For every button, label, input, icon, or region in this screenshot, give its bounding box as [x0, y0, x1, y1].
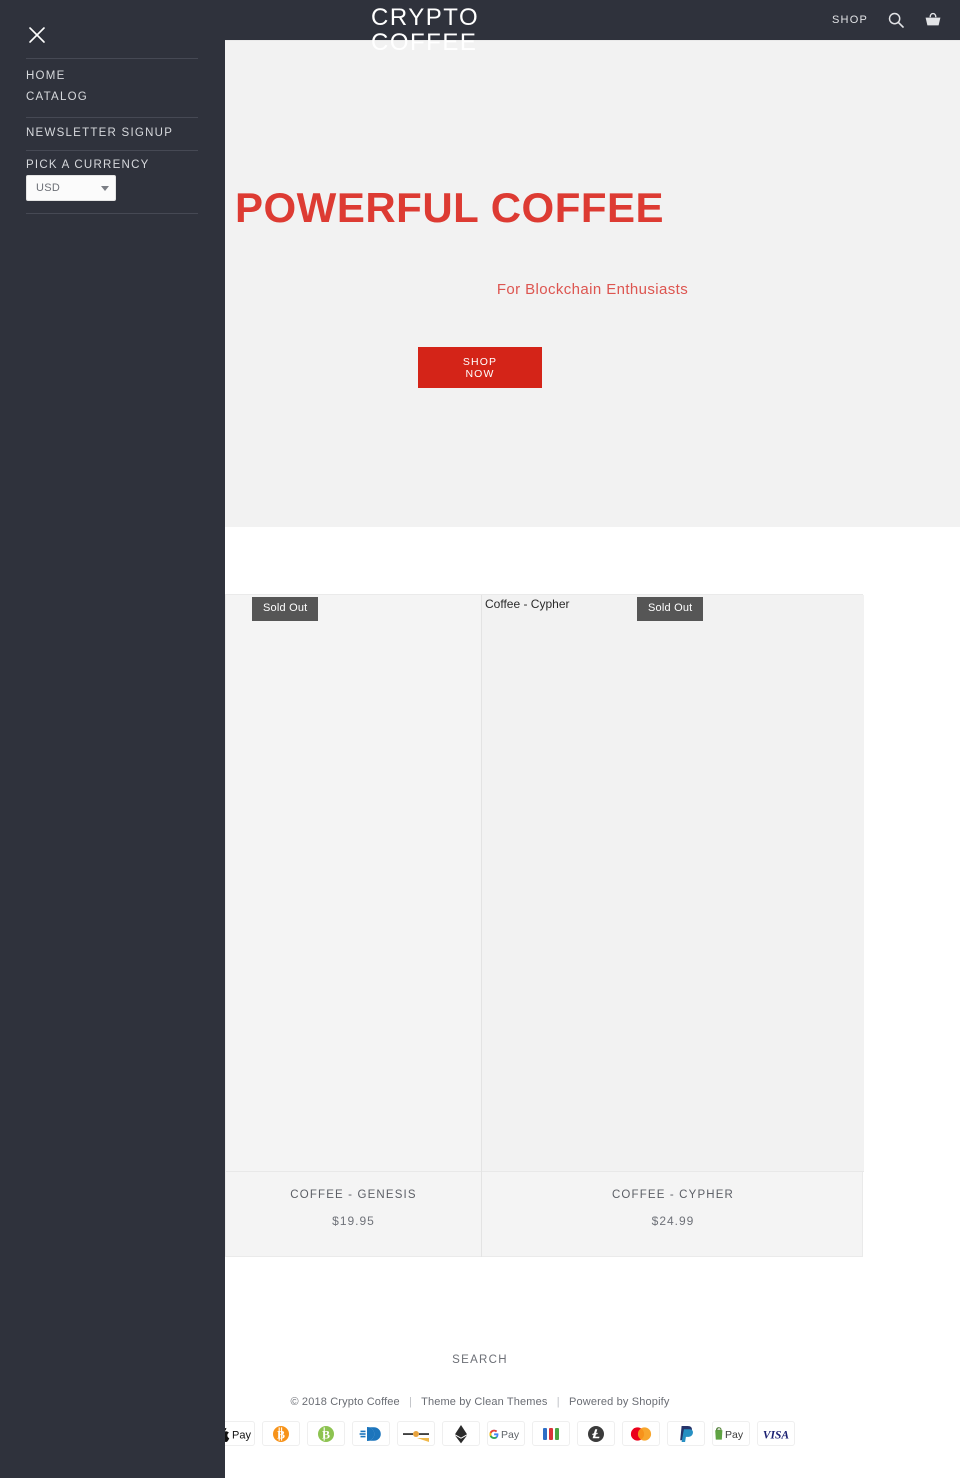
header-actions: SHOP	[832, 0, 942, 40]
svg-text:Pay: Pay	[725, 1429, 744, 1441]
currency-select[interactable]: USD	[26, 175, 116, 201]
currency-picker-label: PICK A CURRENCY	[26, 159, 150, 171]
site-footer: SEARCH © 2018 Crypto Coffee | Theme by C…	[217, 1257, 960, 1478]
product-title[interactable]: COFFEE - GENESIS	[226, 1189, 481, 1201]
visa-icon: VISA	[757, 1421, 795, 1446]
site-logo[interactable]: CRYPTO COFFEE	[371, 5, 591, 55]
product-card[interactable]: Coffee - Cypher Sold Out COFFEE - CYPHER…	[481, 595, 864, 1258]
bitcoin-icon: B	[262, 1421, 300, 1446]
theme-credit-link[interactable]: Theme by Clean Themes	[421, 1396, 547, 1408]
shopping-basket-icon[interactable]	[924, 12, 942, 28]
sidebar-item-catalog[interactable]: CATALOG	[26, 91, 88, 103]
product-price: $24.99	[651, 1214, 695, 1228]
product-image[interactable]: Coffee - Cypher Sold Out	[482, 595, 864, 1172]
product-card[interactable]: Sold Out COFFEE - GENESIS $19.95	[226, 595, 481, 1258]
credit-separator: |	[409, 1396, 413, 1408]
svg-text:Pay: Pay	[501, 1429, 520, 1441]
hero-subtitle: For Blockchain Enthusiasts	[496, 281, 689, 298]
sidebar-item-home[interactable]: HOME	[26, 70, 66, 82]
ethereum-icon	[442, 1421, 480, 1446]
google-pay-icon: Pay	[487, 1421, 525, 1446]
svg-text:Pay: Pay	[232, 1429, 251, 1441]
mastercard-icon	[622, 1421, 660, 1446]
product-image[interactable]: Sold Out	[226, 595, 481, 1172]
sidebar-divider	[26, 58, 198, 59]
footer-credits: © 2018 Crypto Coffee | Theme by Clean Th…	[225, 1396, 735, 1408]
dash-icon	[352, 1421, 390, 1446]
bitcoin-cash-icon: B	[307, 1421, 345, 1446]
product-image-alt: Coffee - Cypher	[485, 597, 570, 611]
shop-pay-icon: Pay	[712, 1421, 750, 1446]
jcb-icon	[532, 1421, 570, 1446]
product-grid: Sold Out COFFEE - GENESIS $19.95 Coffee …	[225, 594, 864, 1258]
product-title[interactable]: COFFEE - CYPHER	[482, 1189, 864, 1201]
sidebar-item-newsletter-signup[interactable]: NEWSLETTER SIGNUP	[26, 127, 173, 139]
status-badge: Sold Out	[252, 597, 319, 621]
currency-select-value: USD	[36, 182, 61, 194]
shop-now-button[interactable]: SHOP NOW	[418, 347, 542, 388]
hero-title: POWERFUL COFFEE	[235, 184, 665, 231]
svg-text:B: B	[277, 1427, 285, 1441]
sidebar-divider	[26, 117, 198, 118]
svg-text:VISA: VISA	[763, 1429, 790, 1441]
paypal-icon	[667, 1421, 705, 1446]
copyright-text: © 2018 Crypto Coffee	[290, 1396, 400, 1408]
dogecoin-icon	[397, 1421, 435, 1446]
page-root: CRYPTO COFFEE SHOP POWERFUL COFFEE For B…	[0, 0, 960, 1478]
footer-search-link[interactable]: SEARCH	[225, 1354, 735, 1366]
sidebar-divider	[26, 150, 198, 151]
platform-credit-link[interactable]: Powered by Shopify	[569, 1396, 670, 1408]
product-info: COFFEE - CYPHER $24.99	[482, 1172, 864, 1258]
close-icon[interactable]	[26, 24, 48, 46]
credit-separator: |	[556, 1396, 560, 1408]
product-info: COFFEE - GENESIS $19.95	[226, 1172, 481, 1258]
chevron-down-icon	[101, 185, 109, 191]
hero-banner: POWERFUL COFFEE For Blockchain Enthusias…	[225, 40, 960, 527]
payment-methods-list: Pay B B Pay Pay VISA	[217, 1421, 960, 1446]
header-shop-link[interactable]: SHOP	[832, 14, 868, 26]
sidebar-drawer: HOME CATALOG NEWSLETTER SIGNUP PICK A CU…	[0, 0, 225, 1478]
status-badge: Sold Out	[637, 597, 704, 621]
product-price: $19.95	[332, 1214, 375, 1228]
litecoin-icon	[577, 1421, 615, 1446]
svg-text:B: B	[322, 1427, 330, 1441]
search-icon[interactable]	[888, 12, 904, 28]
sidebar-divider	[26, 213, 198, 214]
